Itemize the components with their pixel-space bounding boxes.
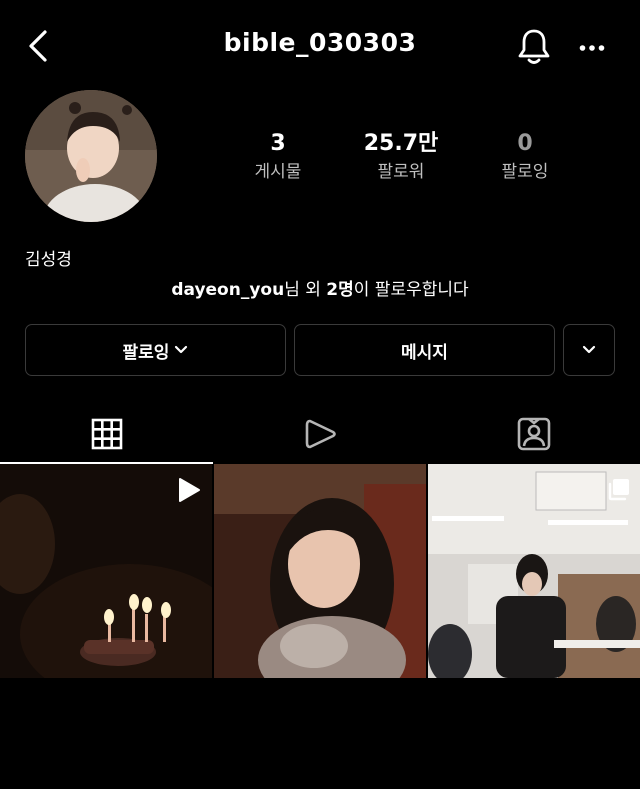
followers-count-stat[interactable]: 25.7만 팔로워 [341, 131, 461, 183]
more-horizontal-icon [579, 45, 605, 51]
more-options-button[interactable] [572, 30, 612, 66]
grid-icon [91, 418, 122, 450]
avatar-photo [25, 90, 157, 222]
following-count: 0 [517, 131, 533, 156]
posts-label: 게시물 [254, 162, 302, 182]
post-image-child-portrait [214, 464, 426, 678]
reels-play-icon [305, 419, 336, 449]
profile-avatar[interactable] [25, 90, 157, 222]
followed-by-count: 2명 [326, 280, 354, 300]
play-icon [179, 478, 200, 502]
tab-reels[interactable] [213, 405, 427, 463]
tagged-person-icon [517, 417, 550, 451]
multiple-posts-icon [608, 479, 629, 501]
posts-count: 3 [270, 131, 286, 156]
chevron-down-icon [175, 345, 188, 354]
followers-count: 25.7만 [363, 131, 439, 156]
suggested-accounts-button[interactable] [563, 324, 615, 376]
following-label: 팔로잉 [501, 162, 549, 182]
followed-by-suffix: 이 팔로우합니다 [353, 280, 469, 300]
post-thumbnail[interactable] [214, 464, 426, 678]
tab-posts-grid[interactable] [0, 405, 213, 463]
chevron-down-icon [582, 345, 596, 354]
notification-button[interactable] [512, 26, 556, 68]
followed-by-text[interactable]: dayeon_you님 외 2명이 팔로우합니다 [0, 275, 640, 300]
followed-by-middle: 님 외 [284, 280, 327, 300]
followers-label: 팔로워 [377, 162, 425, 182]
following-button[interactable]: 팔로잉 [25, 324, 286, 376]
following-count-stat[interactable]: 0 팔로잉 [465, 131, 585, 183]
posts-count-stat[interactable]: 3 게시물 [218, 131, 338, 183]
followed-by-username[interactable]: dayeon_you [171, 280, 284, 300]
tab-tagged[interactable] [427, 405, 640, 463]
profile-display-name: 김성경 [25, 250, 72, 270]
post-thumbnail[interactable] [0, 464, 212, 678]
message-button-label: 메시지 [401, 342, 448, 363]
following-button-label: 팔로잉 [122, 342, 170, 363]
bell-icon [518, 29, 550, 64]
post-thumbnail[interactable] [428, 464, 640, 678]
message-button[interactable]: 메시지 [294, 324, 555, 376]
